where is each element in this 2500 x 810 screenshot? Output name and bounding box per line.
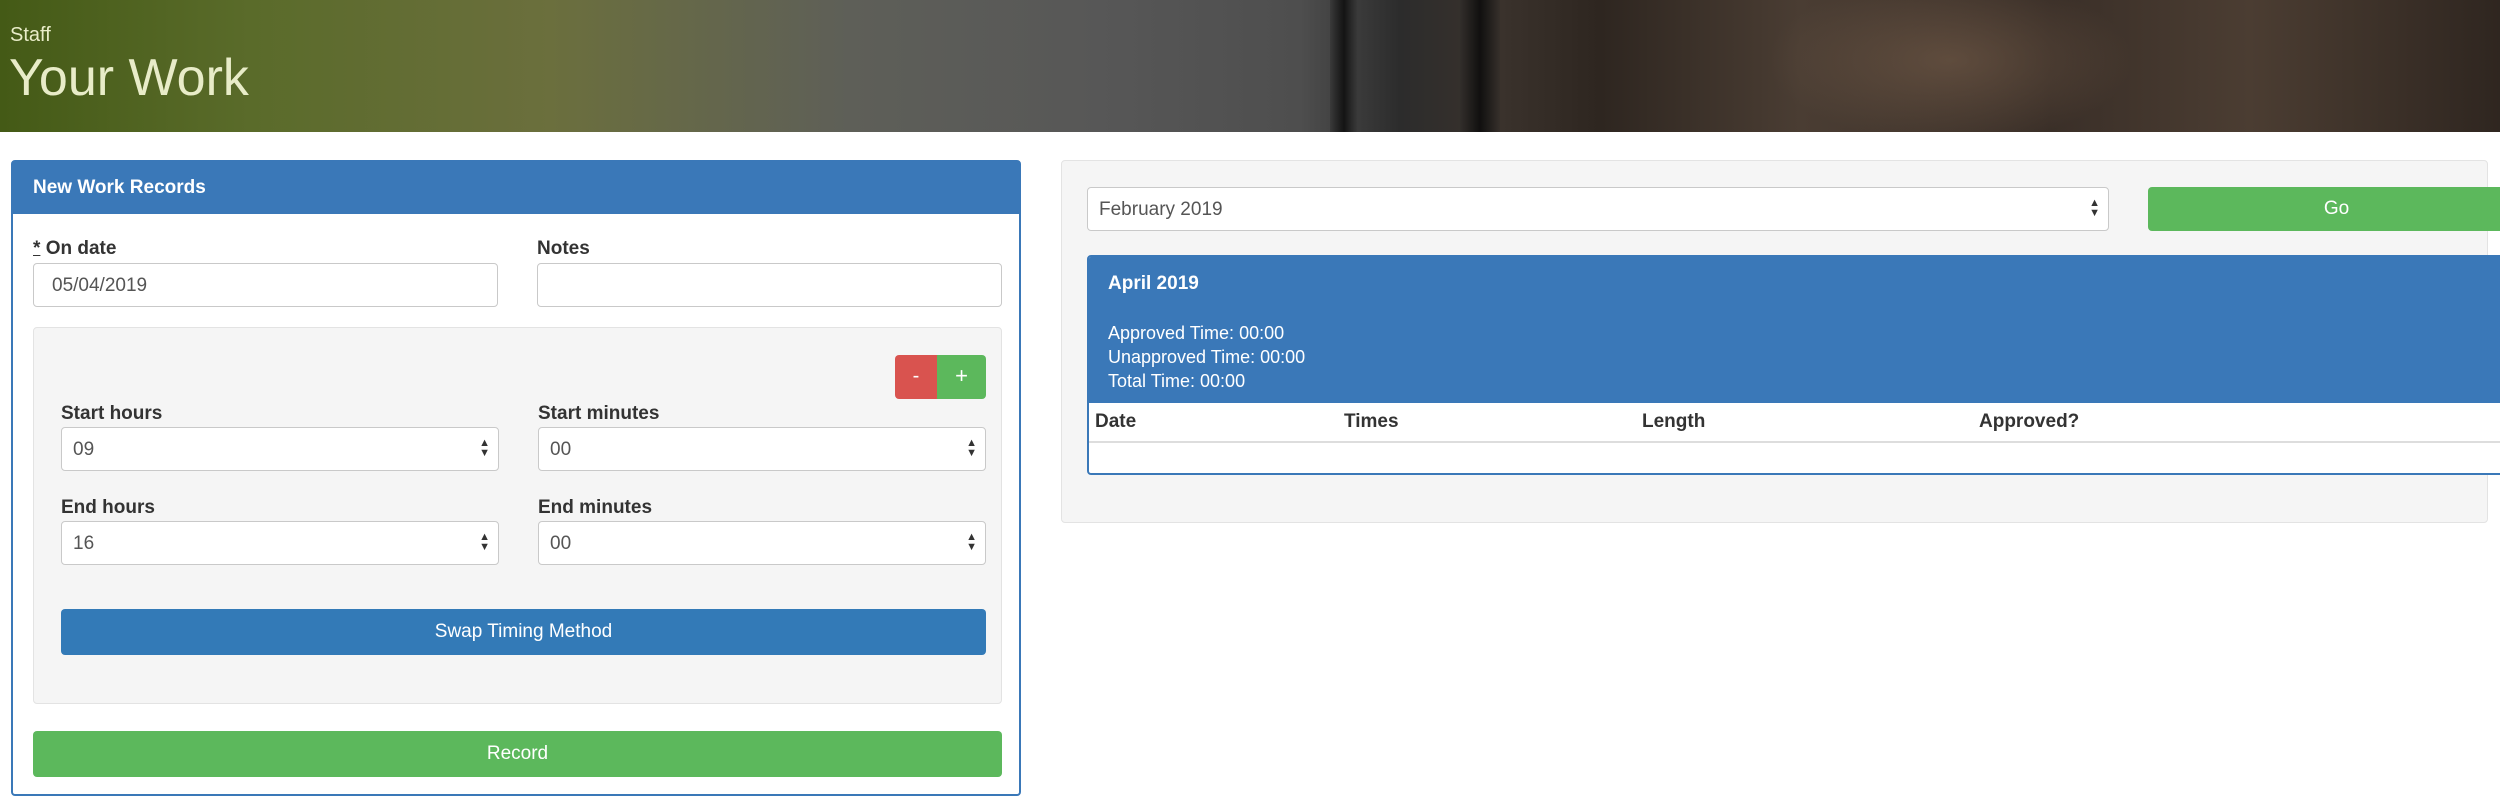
select-arrows-icon: ▲ ▼ (2089, 197, 2100, 219)
on-date-label: * On date (33, 238, 117, 259)
banner-decoration (1460, 0, 1500, 132)
work-records-table: Date Times Length Approved? (1089, 403, 2500, 443)
select-arrows-icon: ▲ ▼ (966, 437, 977, 459)
start-hours-label: Start hours (61, 403, 163, 424)
remove-row-button[interactable]: - (895, 355, 937, 399)
start-minutes-select[interactable]: 00 ▲ ▼ (538, 427, 986, 471)
summary-month: April 2019 (1108, 273, 1199, 294)
notes-label: Notes (537, 238, 590, 259)
select-arrows-icon: ▲ ▼ (479, 531, 490, 553)
record-button[interactable]: Record (33, 731, 1002, 777)
summary-header: April 2019 Approved Time: 00:00 Unapprov… (1089, 257, 2500, 403)
new-work-records-panel: New Work Records * On date 05/04/2019 No… (11, 160, 1021, 796)
column-header-date: Date (1089, 403, 1338, 443)
unapproved-time: Unapproved Time: 00:00 (1108, 347, 1306, 367)
end-minutes-select[interactable]: 00 ▲ ▼ (538, 521, 986, 565)
work-history-panel: February 2019 ▲ ▼ Go April 2019 Approved … (1061, 160, 2500, 523)
add-row-button[interactable]: + (937, 355, 986, 399)
total-time: Total Time: 00:00 (1108, 371, 1246, 391)
month-select[interactable]: February 2019 ▲ ▼ (1087, 187, 2109, 231)
swap-timing-method-button[interactable]: Swap Timing Method (61, 609, 986, 655)
end-minutes-label: End minutes (538, 497, 653, 518)
end-hours-label: End hours (61, 497, 155, 518)
page-title: Your Work (9, 49, 249, 107)
start-hours-select[interactable]: 09 ▲ ▼ (61, 427, 499, 471)
column-header-length: Length (1636, 403, 1973, 443)
start-minutes-label: Start minutes (538, 403, 660, 424)
banner-decoration (1330, 0, 1358, 132)
timing-section: - + Start hours 09 ▲ ▼ Start minutes 00 ▲… (33, 327, 1002, 704)
notes-input[interactable] (537, 263, 1002, 307)
column-header-times: Times (1338, 403, 1636, 443)
panel-title: New Work Records (13, 162, 1019, 214)
select-arrows-icon: ▲ ▼ (479, 437, 490, 459)
header-banner: Staff Your Work (0, 0, 2500, 132)
select-arrows-icon: ▲ ▼ (966, 531, 977, 553)
required-marker: * (33, 238, 41, 259)
column-header-approved: Approved? (1973, 403, 2500, 443)
approved-time: Approved Time: 00:00 (1108, 323, 1285, 343)
end-hours-select[interactable]: 16 ▲ ▼ (61, 521, 499, 565)
breadcrumb: Staff (10, 24, 51, 46)
table-header-row: Date Times Length Approved? (1089, 403, 2500, 443)
on-date-input[interactable]: 05/04/2019 (33, 263, 498, 307)
month-summary-card: April 2019 Approved Time: 00:00 Unapprov… (1087, 255, 2500, 475)
go-button[interactable]: Go (2148, 187, 2500, 231)
